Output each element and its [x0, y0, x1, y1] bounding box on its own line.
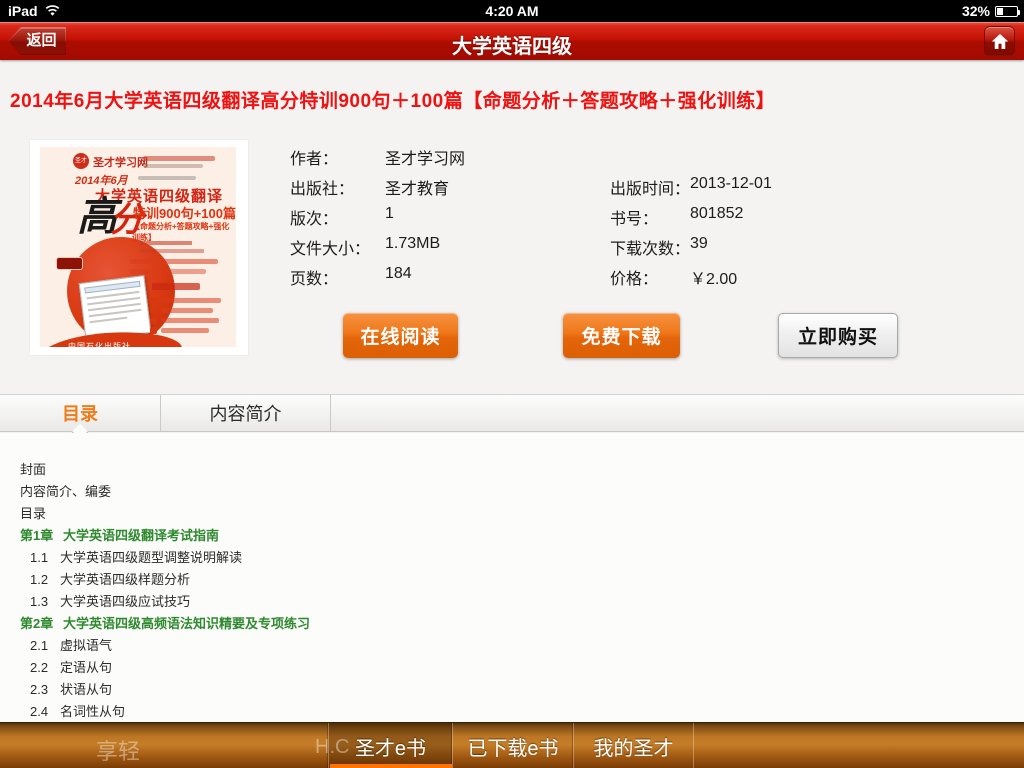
field-label: 价格： [610, 265, 658, 289]
toc-item[interactable]: 第2章大学英语四级高频语法知识精要及专项练习 [0, 613, 1024, 635]
bottom-active-tab-underline [330, 764, 452, 768]
field-label: 作者： [290, 145, 338, 169]
nav-bar: 大学英语四级 返回 [0, 22, 1024, 60]
publisher-seal-icon: 圣才 [73, 153, 89, 169]
bottom-tab-shengcai-ebook[interactable]: 圣才e书 [328, 723, 452, 768]
field-price: 价格： ￥2.00 [610, 265, 910, 285]
cover-headline-note: 【命题分析+答题攻略+强化训练】 [132, 221, 236, 243]
cover-art: 圣才 圣才学习网 2014年6月 大学英语四级翻译 高 分 特训900句+100… [40, 147, 236, 347]
nav-title: 大学英语四级 [0, 30, 1024, 59]
field-value: 2013-12-01 [690, 175, 772, 193]
field-value: 1 [385, 205, 394, 223]
field-value: 圣才教育 [385, 175, 449, 199]
cover-edition-badge [56, 257, 83, 270]
cover-headline-sub: 特训900句+100篇 [133, 203, 236, 222]
field-value: 801852 [690, 205, 743, 223]
toc-item[interactable]: 第1章大学英语四级翻译考试指南 [0, 525, 1024, 547]
toc-item[interactable]: 目录 [0, 503, 1024, 525]
toc-item[interactable]: 2.3状语从句 [0, 679, 1024, 701]
field-label: 版次： [290, 205, 338, 229]
battery-icon [995, 6, 1018, 17]
field-publish-date: 出版时间： 2013-12-01 [610, 175, 910, 195]
buy-now-button[interactable]: 立即购买 [778, 313, 898, 358]
field-value: ￥2.00 [690, 265, 737, 289]
book-title: 2014年6月大学英语四级翻译高分特训900句＋100篇【命题分析＋答题攻略＋强… [10, 86, 1014, 113]
field-author: 作者： 圣才学习网 [290, 145, 600, 165]
field-pages: 页数： 184 [290, 265, 600, 285]
toc-item[interactable]: 2.2定语从句 [0, 657, 1024, 679]
field-label: 出版社： [290, 175, 354, 199]
toc-item[interactable]: 1.3大学英语四级应试技巧 [0, 591, 1024, 613]
bottom-tab-my-shengcai[interactable]: 我的圣才 [573, 723, 694, 768]
watermark-text: 享轻 [96, 734, 140, 766]
cover-publisher: 中国石化出版社 [68, 341, 131, 347]
toc-item[interactable]: 2.4名词性从句 [0, 701, 1024, 722]
clock-label: 4:20 AM [0, 3, 1024, 19]
toc-item[interactable]: 2.1虚拟语气 [0, 635, 1024, 657]
toc-list: 封面 内容简介、编委 目录 第1章大学英语四级翻译考试指南 1.1大学英语四级题… [0, 433, 1024, 722]
field-file-size: 文件大小： 1.73MB [290, 235, 600, 255]
field-value: 圣才学习网 [385, 145, 465, 169]
free-download-button[interactable]: 免费下载 [563, 313, 680, 358]
field-label: 书号： [610, 205, 658, 229]
field-book-number: 书号： 801852 [610, 205, 910, 225]
toc-item[interactable]: 1.2大学英语四级样题分析 [0, 569, 1024, 591]
field-value: 1.73MB [385, 235, 440, 253]
field-label: 出版时间： [610, 175, 690, 199]
tab-intro[interactable]: 内容简介 [161, 395, 330, 431]
field-label: 文件大小： [290, 235, 370, 259]
cover-brand: 圣才学习网 [93, 154, 148, 170]
book-cover-image: 圣才 圣才学习网 2014年6月 大学英语四级翻译 高 分 特训900句+100… [30, 140, 248, 355]
field-value: 184 [385, 265, 412, 283]
field-value: 39 [690, 235, 708, 253]
bottom-tab-downloaded-ebook[interactable]: 已下载e书 [452, 723, 573, 768]
battery-percent-label: 32% [962, 3, 990, 19]
home-button[interactable] [984, 26, 1015, 56]
field-label: 页数： [290, 265, 338, 289]
toc-item[interactable]: 封面 [0, 459, 1024, 481]
screen: iPad 4:20 AM 32% 大学英语四级 返回 2014年6月大学英语四级… [0, 0, 1024, 768]
back-button-label: 返回 [9, 28, 65, 54]
cover-sample-page [79, 275, 152, 341]
field-edition: 版次： 1 [290, 205, 600, 225]
toc-item[interactable]: 内容简介、编委 [0, 481, 1024, 503]
home-icon [991, 33, 1009, 50]
bottom-tab-bar: 享轻 H.C 圣才e书 已下载e书 我的圣才 [0, 722, 1024, 768]
read-online-button[interactable]: 在线阅读 [343, 313, 458, 358]
toc-item[interactable]: 1.1大学英语四级题型调整说明解读 [0, 547, 1024, 569]
content-tab-bar: 目录 内容简介 [0, 394, 1024, 432]
field-publisher: 出版社： 圣才教育 [290, 175, 600, 195]
status-bar: iPad 4:20 AM 32% [0, 0, 1024, 22]
field-label: 下载次数： [610, 235, 690, 259]
field-download-count: 下载次数： 39 [610, 235, 910, 255]
